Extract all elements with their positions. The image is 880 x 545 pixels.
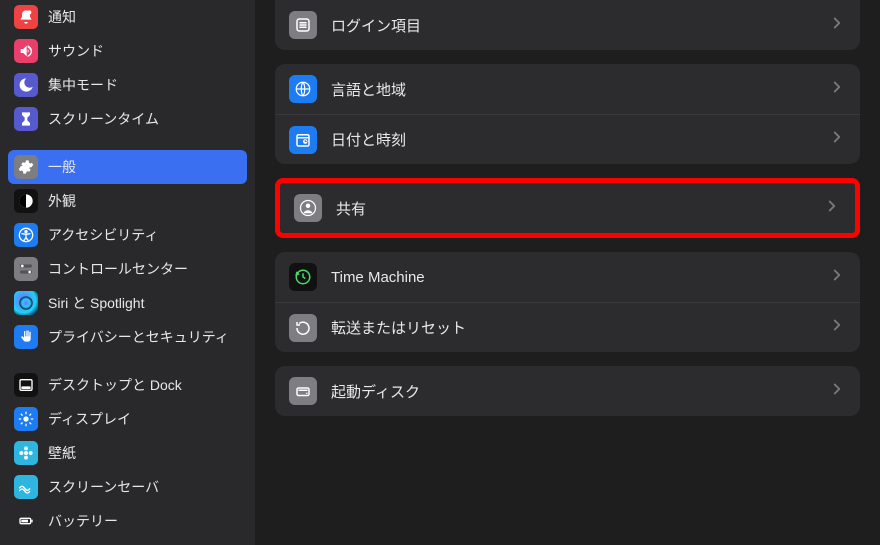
settings-row[interactable]: Time Machine [275,252,860,302]
bell-badge-icon [14,5,38,29]
sidebar-item[interactable]: コントロールセンター [8,252,247,286]
settings-row[interactable]: 起動ディスク [275,366,860,416]
settings-row-label: Time Machine [331,269,828,286]
settings-row[interactable]: 日付と時刻 [275,114,860,164]
settings-row-label: 言語と地域 [331,79,828,100]
settings-group: ログイン項目 [275,0,860,50]
person-icon [294,194,322,222]
battery-icon [14,509,38,533]
settings-row[interactable]: 言語と地域 [275,64,860,114]
sidebar-item[interactable]: デスクトップと Dock [8,368,247,402]
sidebar-item-label: デスクトップと Dock [48,375,182,395]
calendar-icon [289,126,317,154]
sidebar-item[interactable]: サウンド [8,34,247,68]
sidebar-item[interactable]: スクリーンタイム [8,102,247,136]
gear-icon [14,155,38,179]
sidebar-item[interactable]: 一般 [8,150,247,184]
flower-icon [14,441,38,465]
sidebar-item-label: プライバシーとセキュリティ [48,327,229,347]
sidebar-item-label: 集中モード [48,75,118,95]
sidebar-item-label: ディスプレイ [48,409,131,429]
chevron-right-icon [823,197,841,220]
globe-icon [289,75,317,103]
settings-row-label: ログイン項目 [331,15,828,36]
accessibility-icon [14,223,38,247]
sidebar-item[interactable]: Siri と Spotlight [8,286,247,320]
sidebar-item[interactable]: 通知 [8,0,247,34]
switches-icon [14,257,38,281]
sidebar-item[interactable]: プライバシーとセキュリティ [8,320,247,354]
chevron-right-icon [828,14,846,37]
chevron-right-icon [828,128,846,151]
sidebar-item[interactable]: 壁紙 [8,436,247,470]
settings-row[interactable]: ログイン項目 [275,0,860,50]
sidebar-item-label: Siri と Spotlight [48,293,144,313]
sidebar-item-label: 一般 [48,157,76,177]
contrast-icon [14,189,38,213]
main-content: ログイン項目言語と地域日付と時刻共有 Time Machine 転送またはリセット起… [255,0,880,545]
sidebar-item-label: スクリーンタイム [48,109,159,129]
reset-icon [289,314,317,342]
sidebar-item[interactable]: 外観 [8,184,247,218]
sidebar-item-label: バッテリー [48,511,118,531]
sidebar-item-label: 通知 [48,7,76,27]
settings-row-label: 日付と時刻 [331,129,828,150]
clock-back-icon [289,263,317,291]
speaker-icon [14,39,38,63]
sidebar-item-label: コントロールセンター [48,259,188,279]
siri-icon [14,291,38,315]
sidebar-item[interactable]: 集中モード [8,68,247,102]
settings-row-label: 起動ディスク [331,381,828,402]
wave-icon [14,475,38,499]
sidebar-item-label: スクリーンセーバ [48,477,159,497]
settings-row[interactable]: 共有 [280,183,855,233]
settings-group: 言語と地域日付と時刻 [275,64,860,164]
list-icon [289,11,317,39]
chevron-right-icon [828,380,846,403]
settings-group: Time Machine 転送またはリセット [275,252,860,352]
sidebar: 通知サウンド集中モードスクリーンタイム一般外観アクセシビリティコントロールセンタ… [0,0,255,545]
chevron-right-icon [828,316,846,339]
settings-row-label: 共有 [336,198,823,219]
sidebar-item-label: サウンド [48,41,104,61]
settings-group: 起動ディスク [275,366,860,416]
sidebar-item[interactable]: アクセシビリティ [8,218,247,252]
chevron-right-icon [828,78,846,101]
sidebar-item-label: 外観 [48,191,76,211]
settings-group: 共有 [275,178,860,238]
sidebar-item[interactable]: スクリーンセーバ [8,470,247,504]
sidebar-item-label: アクセシビリティ [48,225,158,245]
chevron-right-icon [828,266,846,289]
sidebar-item-label: 壁紙 [48,443,76,463]
moon-icon [14,73,38,97]
hourglass-icon [14,107,38,131]
brightness-icon [14,407,38,431]
disk-icon [289,377,317,405]
settings-row-label: 転送またはリセット [331,317,828,338]
hand-icon [14,325,38,349]
sidebar-item[interactable]: バッテリー [8,504,247,538]
sidebar-item[interactable]: ディスプレイ [8,402,247,436]
dock-icon [14,373,38,397]
settings-row[interactable]: 転送またはリセット [275,302,860,352]
